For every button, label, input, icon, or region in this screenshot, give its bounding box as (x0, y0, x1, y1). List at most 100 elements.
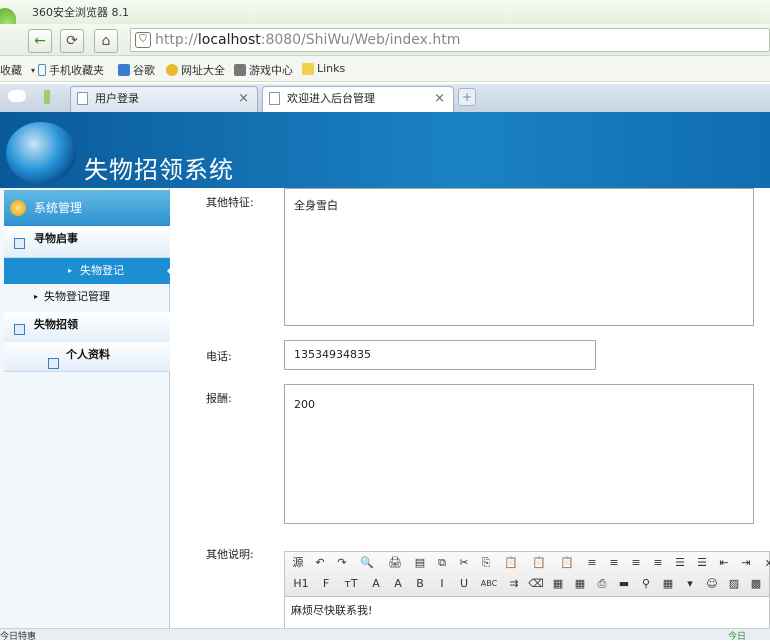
editor-tool-button[interactable]: ▦ (660, 577, 676, 590)
editor-tool-button[interactable]: 🖨 (384, 556, 406, 569)
sidebar-group-lost-found[interactable]: 失物招领 (4, 312, 170, 344)
editor-tool-button[interactable]: ABC (478, 577, 500, 590)
back-button[interactable]: ← (28, 29, 52, 53)
folder-icon (302, 62, 314, 75)
status-right[interactable]: 今日 (728, 629, 746, 642)
editor-tool-button[interactable]: ▾ (682, 577, 698, 590)
bookmarks-menu[interactable]: 收藏 ▾ (0, 62, 35, 78)
editor-tool-button[interactable]: ⚲ (638, 577, 654, 590)
sidebar-header-label: 系统管理 (34, 201, 83, 215)
editor-tool-button[interactable]: ≡ (584, 556, 600, 569)
editor-tool-button[interactable]: 🔍 (356, 556, 378, 569)
editor-tool-button[interactable]: ▬ (616, 577, 632, 590)
sidebar-group-search-notice[interactable]: 寻物启事 (4, 226, 170, 258)
editor-tool-button[interactable]: ▦ (572, 577, 588, 590)
editor-tool-button[interactable]: 📋 (500, 556, 522, 569)
bookmark-google[interactable]: 谷歌 (118, 62, 155, 78)
editor-tool-button[interactable]: x₂ (760, 556, 770, 569)
editor-tool-button[interactable]: ▩ (748, 577, 764, 590)
status-bar: 今日特惠 今日 (0, 628, 770, 642)
home-icon: ⌂ (101, 33, 111, 49)
tab-admin-welcome[interactable]: 欢迎进入后台管理 × (262, 86, 454, 112)
list-icon (14, 324, 25, 335)
editor-tool-button[interactable]: тT (340, 577, 362, 590)
editor-tool-button[interactable]: ▤ (412, 556, 428, 569)
sidebar-item-label: 失物登记 (80, 264, 124, 277)
editor-tool-button[interactable]: ⧉ (434, 556, 450, 569)
close-icon[interactable]: × (238, 87, 249, 111)
editor-tool-button[interactable]: ≡ (650, 556, 666, 569)
editor-tool-button[interactable]: ✂ (456, 556, 472, 569)
editor-tool-button[interactable]: ⎙ (594, 577, 610, 590)
editor-tool-button[interactable]: ⎘ (478, 556, 494, 569)
toolbar-row-2: H1 FтT A A B I U ABC ⇉ ⌫ ▦ ▦ ⎙ ▬ ⚲ ▦ ▾ ☺ ▨ ▩ (290, 577, 770, 593)
phone-sync-icon[interactable] (44, 90, 50, 104)
editor-tool-button[interactable]: B (412, 577, 428, 590)
bookmark-links[interactable]: Links (302, 62, 345, 75)
sidebar-group-label: 失物招领 (34, 318, 78, 331)
gamepad-icon (234, 64, 246, 76)
editor-tool-button[interactable]: H1 (290, 577, 312, 590)
features-textarea[interactable]: 全身雪白 (284, 188, 754, 326)
page-icon (77, 92, 88, 105)
cloud-icon[interactable] (8, 90, 26, 102)
google-icon (118, 64, 130, 76)
globe-icon (166, 64, 178, 76)
editor-tool-button[interactable]: ⇤ (716, 556, 732, 569)
editor-tool-button[interactable]: ☰ (672, 556, 688, 569)
sidebar-item-label: 失物登记管理 (44, 290, 110, 303)
editor-tool-button[interactable]: ▦ (550, 577, 566, 590)
editor-tool-button[interactable]: A (368, 577, 384, 590)
sidebar-item-profile[interactable]: 个人资料 (4, 342, 170, 372)
refresh-button[interactable]: ⟳ (60, 29, 84, 53)
phone-input[interactable]: 13534934835 (284, 340, 596, 370)
editor-tool-button[interactable]: ☺ (704, 577, 720, 590)
sidebar-item-lost-register[interactable]: ▸ 失物登记 (4, 258, 172, 284)
editor-tool-button[interactable]: I (434, 577, 450, 590)
editor-tool-button[interactable]: ⇥ (738, 556, 754, 569)
editor-tool-button[interactable]: ⇉ (506, 577, 522, 590)
editor-tool-button[interactable]: ▨ (726, 577, 742, 590)
back-arrow-icon: ← (34, 33, 46, 49)
editor-tool-button[interactable]: ≡ (606, 556, 622, 569)
tab-user-login[interactable]: 用户登录 × (70, 86, 258, 112)
toolbar-row-1: 源 ↶ ↷ 🔍 🖨 ▤ ⧉ ✂ ⎘ 📋 📋 📋 ≡ ≡ ≡ ≡ ☰ ☰ ⇤ ⇥ x₂ (290, 556, 770, 572)
bookmark-phone[interactable]: 手机收藏夹 (38, 62, 104, 78)
phone-value: 13534934835 (294, 348, 371, 361)
editor-tool-button[interactable]: ≡ (628, 556, 644, 569)
new-tab-button[interactable]: + (458, 88, 476, 106)
home-button[interactable]: ⌂ (94, 29, 118, 53)
editor-tool-button[interactable]: F (318, 577, 334, 590)
caret-right-icon: ▸ (68, 266, 73, 275)
address-bar[interactable]: ⛉ http://localhost:8080/ShiWu/Web/index.… (130, 28, 770, 52)
editor-tool-button[interactable]: A (390, 577, 406, 590)
reward-textarea[interactable]: 200 (284, 384, 754, 524)
sidebar-group-label: 寻物启事 (34, 232, 78, 245)
editor-tool-button[interactable]: ☰ (694, 556, 710, 569)
caret-right-icon: ▸ (34, 292, 39, 301)
bookmark-nav[interactable]: 网址大全 (166, 62, 225, 78)
editor-tool-button[interactable]: 📋 (528, 556, 550, 569)
app-title: 失物招领系统 (84, 156, 234, 184)
browser-title: 360安全浏览器 8.1 (32, 6, 129, 19)
close-icon[interactable]: × (434, 87, 445, 111)
chevron-down-icon: ▾ (31, 65, 36, 75)
notes-value: 麻烦尽快联系我! (291, 604, 373, 617)
page-icon (269, 92, 280, 105)
shield-icon: ⛉ (135, 32, 151, 48)
editor-tool-button[interactable]: ↷ (334, 556, 350, 569)
browser-title-bar: 360安全浏览器 8.1 (0, 0, 770, 24)
sidebar-header-system[interactable]: 系统管理 (4, 190, 170, 226)
sidebar-item-label: 个人资料 (66, 348, 110, 361)
bookmark-games[interactable]: 游戏中心 (234, 62, 293, 78)
refresh-icon: ⟳ (66, 33, 78, 49)
phone-label: 电话: (206, 350, 232, 363)
editor-tool-button[interactable]: ⌫ (528, 577, 544, 590)
editor-tool-button[interactable]: 源 (290, 556, 306, 569)
phone-icon (38, 64, 46, 76)
editor-tool-button[interactable]: 📋 (556, 556, 578, 569)
editor-tool-button[interactable]: U (456, 577, 472, 590)
sidebar-item-lost-register-manage[interactable]: ▸ 失物登记管理 (4, 286, 170, 310)
chevron-down-circle-icon (10, 200, 26, 216)
editor-tool-button[interactable]: ↶ (312, 556, 328, 569)
